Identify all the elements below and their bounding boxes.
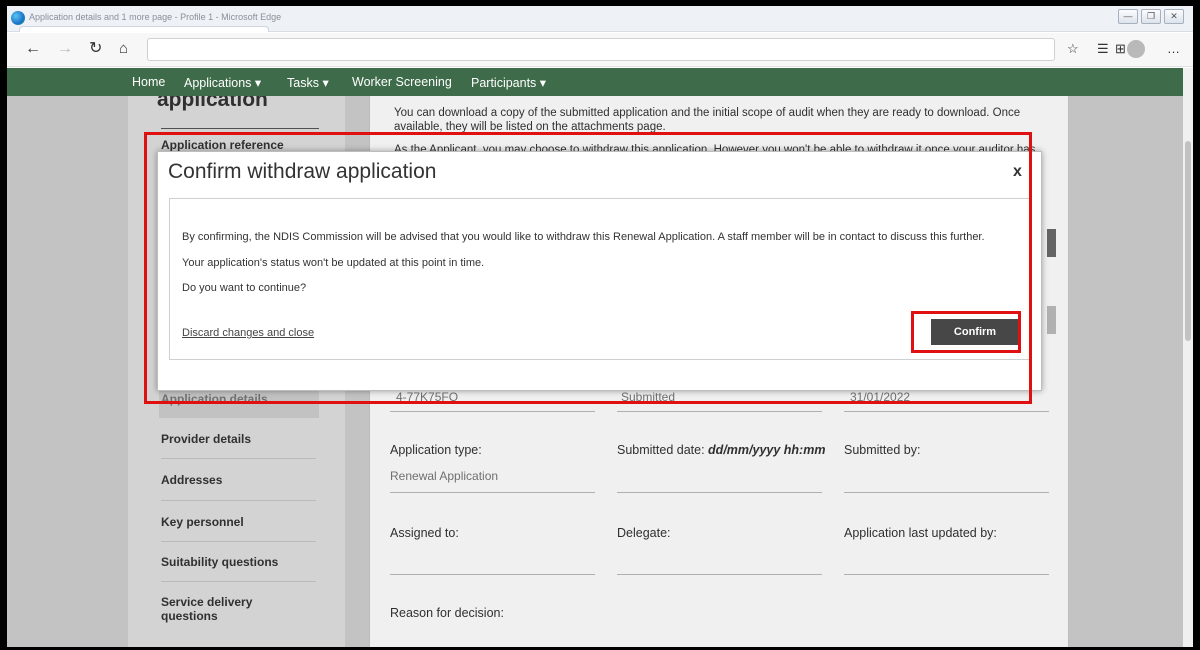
favorite-star-icon[interactable]: ☆ bbox=[1067, 42, 1079, 56]
nav-tasks[interactable]: Tasks ▾ bbox=[287, 75, 329, 90]
site-nav-bar: Home Applications ▾ Tasks ▾ Worker Scree… bbox=[7, 68, 1183, 96]
chevron-down-icon: ▾ bbox=[322, 76, 329, 90]
nav-worker-screening[interactable]: Worker Screening bbox=[352, 75, 452, 89]
scrollbar-thumb[interactable] bbox=[1185, 141, 1191, 341]
nav-applications[interactable]: Applications ▾ bbox=[184, 75, 261, 90]
favorites-list-icon[interactable]: ☰ bbox=[1097, 42, 1109, 56]
more-menu-icon[interactable]: … bbox=[1167, 42, 1180, 56]
chevron-down-icon: ▾ bbox=[539, 76, 547, 90]
collections-icon[interactable]: ⊞ bbox=[1115, 42, 1126, 56]
browser-tab[interactable] bbox=[19, 26, 269, 32]
url-input[interactable] bbox=[147, 38, 1055, 61]
forward-icon[interactable]: → bbox=[57, 41, 73, 57]
nav-tasks-label: Tasks bbox=[287, 76, 319, 90]
refresh-icon[interactable]: ↻ bbox=[89, 41, 102, 57]
edge-logo-icon bbox=[11, 11, 25, 25]
address-toolbar: ← → ↻ ⌂ ☆ ☰ ⊞ … bbox=[7, 33, 1193, 67]
minimize-button[interactable]: — bbox=[1118, 9, 1138, 24]
title-bar: Application details and 1 more page - Pr… bbox=[7, 6, 1193, 32]
chevron-down-icon: ▾ bbox=[254, 76, 262, 90]
nav-participants-label: Participants bbox=[471, 76, 537, 90]
nav-participants[interactable]: Participants ▾ bbox=[471, 75, 546, 90]
restore-button[interactable]: ❐ bbox=[1141, 9, 1161, 24]
close-window-button[interactable]: ✕ bbox=[1164, 9, 1184, 24]
profile-avatar[interactable] bbox=[1127, 40, 1145, 58]
highlight-box-confirm bbox=[911, 311, 1021, 353]
back-icon[interactable]: ← bbox=[25, 41, 41, 57]
nav-home[interactable]: Home bbox=[132, 75, 165, 89]
highlight-box-dialog bbox=[144, 132, 1032, 404]
nav-applications-label: Applications bbox=[184, 76, 252, 90]
home-icon[interactable]: ⌂ bbox=[119, 41, 128, 57]
window-title: Application details and 1 more page - Pr… bbox=[29, 12, 282, 22]
browser-window: Application details and 1 more page - Pr… bbox=[7, 6, 1193, 647]
